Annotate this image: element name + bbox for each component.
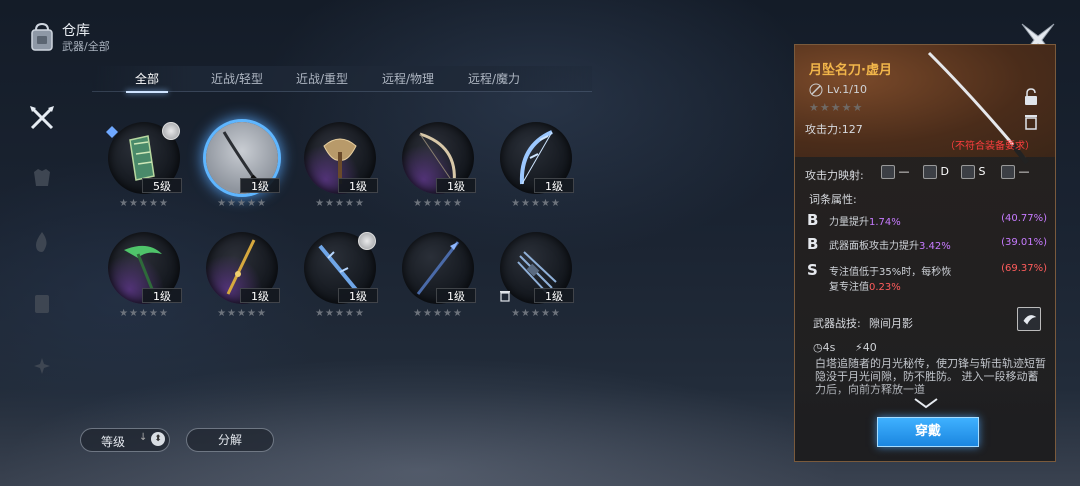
affix-header: 词条属性: bbox=[809, 193, 857, 206]
item-slot[interactable]: 1级 ★★★★★ bbox=[496, 122, 576, 222]
item-level: 1级 bbox=[142, 288, 182, 303]
mapping-strength: — bbox=[881, 165, 910, 181]
nav-weapon[interactable] bbox=[24, 100, 60, 136]
sort-label: 等级 bbox=[101, 435, 126, 449]
mapping-intellect: S bbox=[961, 165, 985, 181]
nav-consumable[interactable] bbox=[24, 224, 60, 260]
item-level: 1级 bbox=[240, 288, 280, 303]
item-detail-panel: 月坠名刀·虚月 Lv.1/10 ★★★★★ 攻击力:127 （不符合装备要求） … bbox=[794, 44, 1056, 462]
delete-icon[interactable] bbox=[1021, 111, 1041, 131]
item-level: 1级 bbox=[436, 178, 476, 193]
item-slot[interactable]: 1级 ★★★★★ bbox=[300, 122, 380, 222]
item-level: 1级 bbox=[240, 178, 280, 193]
attack-value: 攻击力:127 bbox=[805, 123, 863, 136]
nav-scroll[interactable] bbox=[24, 286, 60, 322]
item-slot[interactable]: 1级 ★★★★★ bbox=[398, 122, 478, 222]
sort-button[interactable]: 等级 ↓ ⬍ bbox=[80, 428, 170, 452]
mapping-agility: D bbox=[923, 165, 949, 181]
tab-melee-light[interactable]: 近战/轻型 bbox=[197, 66, 277, 92]
weapon-skill-name: 隙间月影 bbox=[869, 317, 913, 330]
item-stars: ★★★★★ bbox=[217, 198, 267, 209]
item-stars: ★★★★★ bbox=[119, 198, 169, 209]
backpack-icon bbox=[31, 22, 53, 51]
item-stars: ★★★★★ bbox=[217, 308, 267, 319]
tab-ranged-magic[interactable]: 远程/魔力 bbox=[454, 66, 534, 92]
item-level: 1级 bbox=[436, 288, 476, 303]
item-stars: ★★★★★ bbox=[413, 308, 463, 319]
weapon-icon bbox=[30, 106, 54, 130]
agility-icon bbox=[923, 165, 937, 179]
item-level: 1级 bbox=[534, 288, 574, 303]
equip-button[interactable]: 穿戴 bbox=[877, 417, 979, 447]
item-level: Lv.1/10 bbox=[827, 83, 867, 96]
scroll-icon bbox=[35, 295, 49, 313]
affix-row: S 专注值低于35%时，每秒恢 复专注值0.23% (69.37%) bbox=[807, 261, 1047, 293]
item-slot[interactable]: 1级 ★★★★★ bbox=[496, 232, 576, 332]
character-avatar bbox=[358, 232, 376, 250]
item-stars: ★★★★★ bbox=[315, 198, 365, 209]
item-stars: ★★★★★ bbox=[119, 308, 169, 319]
item-stars: ★★★★★ bbox=[315, 308, 365, 319]
requirement-warning: （不符合装备要求） bbox=[945, 141, 1035, 152]
tab-ranged-physical[interactable]: 远程/物理 bbox=[368, 66, 448, 92]
gem-icon bbox=[106, 126, 118, 138]
item-stars: ★★★★★ bbox=[511, 198, 561, 209]
page-title: 仓库 bbox=[62, 23, 90, 39]
attack-mapping-label: 攻击力映射: bbox=[805, 169, 864, 182]
decompose-button[interactable]: 分解 bbox=[186, 428, 274, 452]
chevron-down-icon[interactable] bbox=[913, 397, 939, 409]
character-avatar bbox=[162, 122, 180, 140]
item-slot[interactable]: 1级 ★★★★★ bbox=[104, 232, 184, 332]
cooldown: ◷4s bbox=[813, 341, 836, 354]
breadcrumb: 武器/全部 bbox=[62, 40, 110, 53]
item-slot[interactable]: 1级 ★★★★★ bbox=[300, 232, 380, 332]
item-stars: ★★★★★ bbox=[809, 101, 864, 114]
item-stars: ★★★★★ bbox=[413, 198, 463, 209]
armor-icon bbox=[34, 169, 50, 186]
item-name: 月坠名刀·虚月 bbox=[809, 63, 892, 78]
item-stars: ★★★★★ bbox=[511, 308, 561, 319]
item-level: 5级 bbox=[142, 178, 182, 193]
mapping-focus: — bbox=[1001, 165, 1030, 181]
tab-all[interactable]: 全部 bbox=[112, 66, 182, 93]
sort-toggle-icon[interactable]: ⬍ bbox=[151, 432, 165, 446]
skill-cost: ⚡40 bbox=[855, 341, 877, 354]
intellect-icon bbox=[961, 165, 975, 179]
sword-type-icon bbox=[809, 83, 823, 97]
item-slot[interactable]: 1级 ★★★★★ bbox=[398, 232, 478, 332]
trash-icon bbox=[500, 291, 510, 302]
item-slot-selected[interactable]: 1级 ★★★★★ bbox=[202, 122, 282, 222]
misc-icon bbox=[34, 358, 50, 374]
item-level: 1级 bbox=[338, 178, 378, 193]
tab-melee-heavy[interactable]: 近战/重型 bbox=[282, 66, 362, 92]
nav-armor[interactable] bbox=[24, 160, 60, 196]
fire-icon bbox=[36, 232, 47, 252]
unlock-icon[interactable] bbox=[1021, 87, 1041, 107]
weapon-skill-label: 武器战技: bbox=[813, 317, 861, 330]
strength-icon bbox=[881, 165, 895, 179]
item-slot[interactable]: 5级 ★★★★★ bbox=[104, 122, 184, 222]
item-level: 1级 bbox=[338, 288, 378, 303]
nav-misc[interactable] bbox=[24, 348, 60, 384]
skill-icon[interactable] bbox=[1017, 307, 1041, 331]
category-tabs: 全部 近战/轻型 近战/重型 远程/物理 远程/魔力 bbox=[92, 66, 592, 93]
item-level: 1级 bbox=[534, 178, 574, 193]
item-slot[interactable]: 1级 ★★★★★ bbox=[202, 232, 282, 332]
sort-arrows: ↓ bbox=[139, 432, 148, 443]
focus-icon bbox=[1001, 165, 1015, 179]
